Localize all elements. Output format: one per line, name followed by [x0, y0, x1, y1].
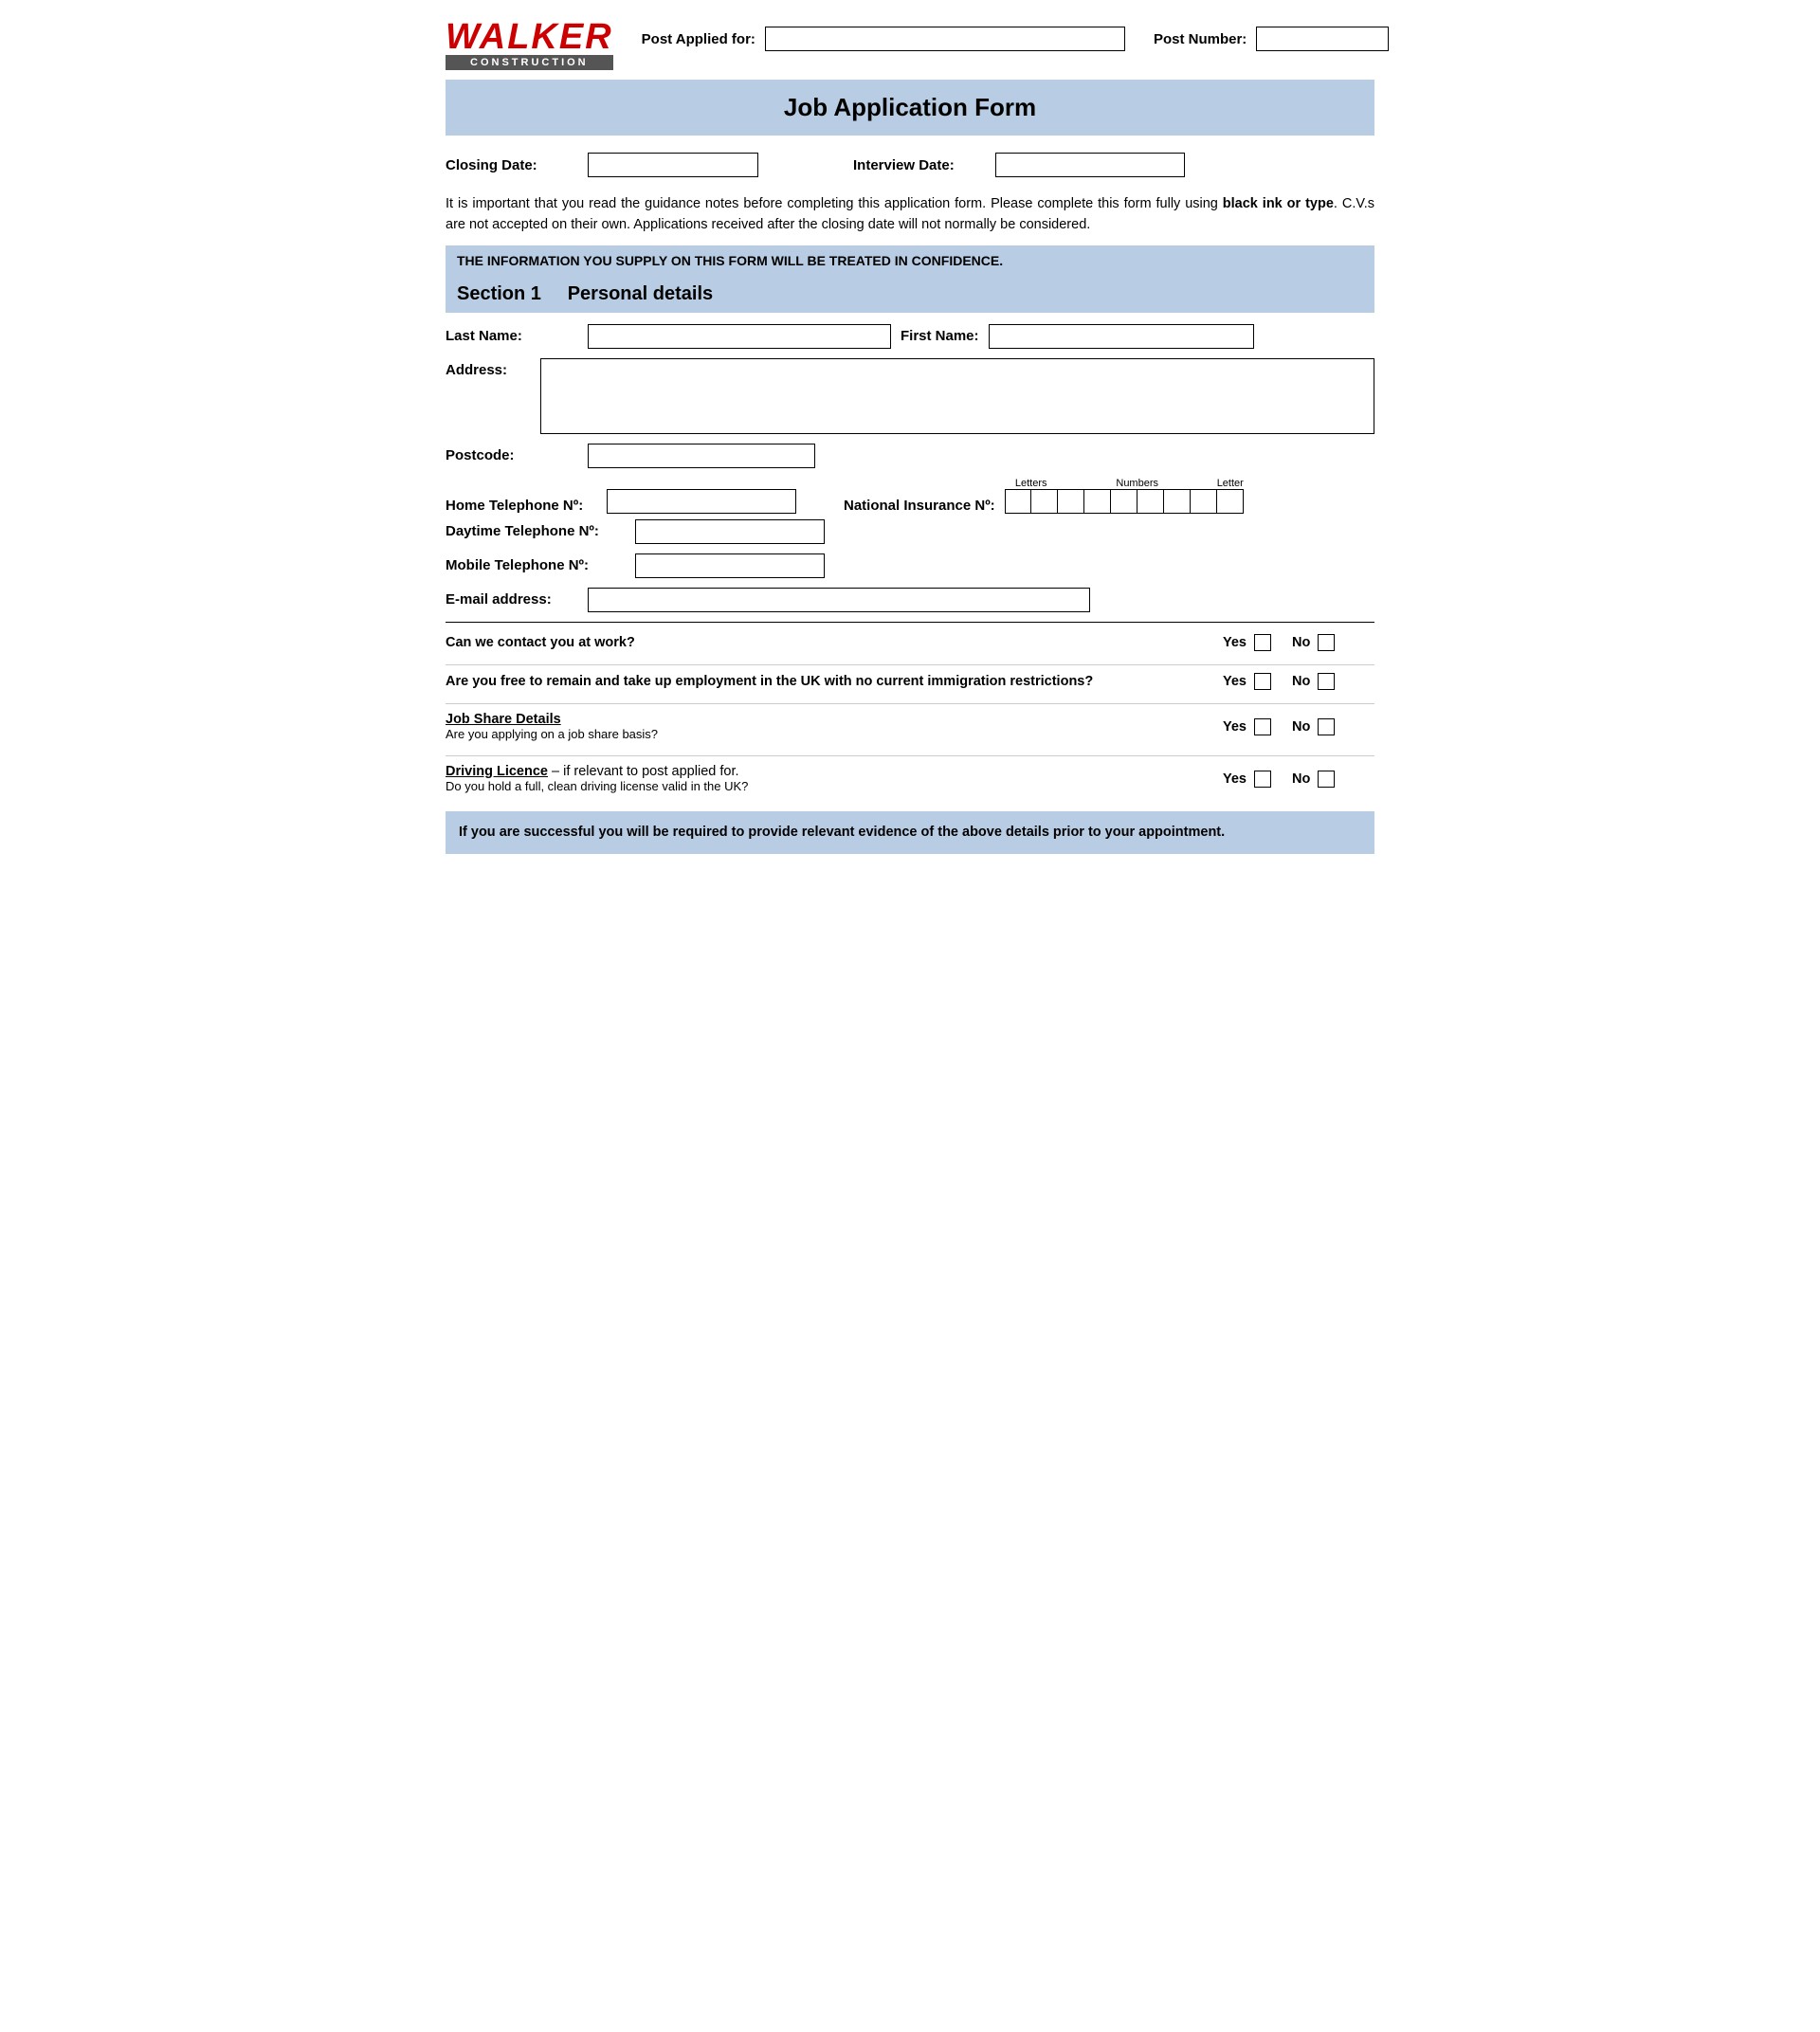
mobile-tel-input[interactable] [635, 553, 825, 578]
logo: WALKER CONSTRUCTION [446, 19, 613, 70]
driving-licence-sub-prefix: – if relevant to post applied for. [548, 764, 739, 779]
job-share-no-label: No [1292, 719, 1310, 735]
section1-header: Section 1 Personal details [446, 276, 1374, 313]
contact-work-row: Can we contact you at work? Yes No [446, 630, 1374, 655]
free-to-work-no-checkbox[interactable] [1318, 673, 1335, 690]
interview-date-input[interactable] [995, 153, 1185, 177]
logo-name: WALKER [446, 19, 613, 55]
tel-ni-row: Home Telephone Nº: National Insurance Nº… [446, 478, 1374, 514]
contact-work-yes-checkbox[interactable] [1254, 634, 1271, 651]
ni-cell-3[interactable] [1058, 489, 1084, 514]
last-name-label: Last Name: [446, 328, 578, 344]
ni-cell-2[interactable] [1031, 489, 1058, 514]
dates-row: Closing Date: Interview Date: [446, 143, 1374, 187]
last-name-input[interactable] [588, 324, 891, 349]
post-number-input[interactable] [1256, 27, 1389, 51]
ni-letter-label: Letter [1217, 478, 1244, 489]
ni-cell-6[interactable] [1138, 489, 1164, 514]
logo-subtitle: CONSTRUCTION [446, 55, 613, 70]
ni-cell-8[interactable] [1191, 489, 1217, 514]
email-row: E-mail address: [446, 588, 1374, 612]
ni-cell-9[interactable] [1217, 489, 1244, 514]
email-input[interactable] [588, 588, 1090, 612]
daytime-tel-input[interactable] [635, 519, 825, 544]
first-name-input[interactable] [989, 324, 1254, 349]
footer-text: If you are successful you will be requir… [459, 825, 1225, 840]
driving-licence-yes-checkbox[interactable] [1254, 771, 1271, 788]
email-label: E-mail address: [446, 591, 578, 608]
post-applied-input[interactable] [765, 27, 1125, 51]
closing-date-label: Closing Date: [446, 157, 578, 173]
driving-licence-yn: Yes No [1223, 771, 1374, 788]
name-row: Last Name: First Name: [446, 324, 1374, 349]
ni-label: National Insurance Nº: [844, 498, 995, 514]
free-to-work-row: Are you free to remain and take up emplo… [446, 664, 1374, 694]
address-row: Address: [446, 358, 1374, 434]
home-tel-input[interactable] [607, 489, 796, 514]
job-share-yn: Yes No [1223, 718, 1374, 735]
postcode-label: Postcode: [446, 447, 578, 463]
ni-cell-4[interactable] [1084, 489, 1111, 514]
job-share-sub: Are you applying on a job share basis? [446, 727, 658, 741]
ni-numbers-label: Numbers [1058, 478, 1217, 489]
free-to-work-yes-checkbox[interactable] [1254, 673, 1271, 690]
title-banner: Job Application Form [446, 80, 1374, 136]
job-share-yes-checkbox[interactable] [1254, 718, 1271, 735]
job-share-yes-label: Yes [1223, 719, 1247, 735]
mobile-tel-label: Mobile Telephone Nº: [446, 557, 626, 573]
job-share-heading: Job Share Details [446, 712, 561, 727]
address-label: Address: [446, 358, 531, 378]
free-to-work-text: Are you free to remain and take up emplo… [446, 674, 1223, 689]
home-tel-label: Home Telephone Nº: [446, 498, 597, 514]
driving-licence-yes-label: Yes [1223, 771, 1247, 787]
job-share-no-checkbox[interactable] [1318, 718, 1335, 735]
mobile-tel-row: Mobile Telephone Nº: [446, 553, 1374, 578]
postcode-row: Postcode: [446, 444, 1374, 468]
ni-cell-1[interactable] [1005, 489, 1031, 514]
divider-1 [446, 622, 1374, 623]
ni-cells [1005, 489, 1244, 514]
ni-wrapper: Letters Numbers Letter [1005, 478, 1244, 514]
closing-date-input[interactable] [588, 153, 758, 177]
post-number-label: Post Number: [1154, 31, 1247, 47]
free-to-work-yn: Yes No [1223, 673, 1374, 690]
intro-text: It is important that you read the guidan… [446, 194, 1374, 236]
contact-work-yes-label: Yes [1223, 635, 1247, 650]
contact-work-yn: Yes No [1223, 634, 1374, 651]
driving-licence-text: Driving Licence – if relevant to post ap… [446, 764, 1223, 794]
daytime-tel-label: Daytime Telephone Nº: [446, 523, 626, 539]
ni-letters-label: Letters [1005, 478, 1058, 489]
driving-licence-heading: Driving Licence [446, 764, 548, 779]
job-share-text: Job Share Details Are you applying on a … [446, 712, 1223, 742]
driving-licence-row: Driving Licence – if relevant to post ap… [446, 755, 1374, 798]
driving-licence-no-checkbox[interactable] [1318, 771, 1335, 788]
first-name-label: First Name: [901, 328, 979, 344]
confidence-notice: THE INFORMATION YOU SUPPLY ON THIS FORM … [446, 245, 1374, 276]
footer-banner: If you are successful you will be requir… [446, 811, 1374, 855]
contact-work-no-checkbox[interactable] [1318, 634, 1335, 651]
driving-licence-no-label: No [1292, 771, 1310, 787]
free-to-work-no-label: No [1292, 674, 1310, 689]
post-applied-label: Post Applied for: [642, 31, 755, 47]
job-share-row: Job Share Details Are you applying on a … [446, 703, 1374, 746]
free-to-work-yes-label: Yes [1223, 674, 1247, 689]
contact-work-text: Can we contact you at work? [446, 635, 1223, 650]
driving-licence-sub2: Do you hold a full, clean driving licens… [446, 779, 748, 793]
ni-cell-5[interactable] [1111, 489, 1138, 514]
postcode-input[interactable] [588, 444, 815, 468]
address-input[interactable] [540, 358, 1374, 434]
ni-cell-7[interactable] [1164, 489, 1191, 514]
daytime-tel-row: Daytime Telephone Nº: [446, 519, 1374, 544]
interview-date-label: Interview Date: [853, 157, 986, 173]
contact-work-no-label: No [1292, 635, 1310, 650]
ni-top-labels: Letters Numbers Letter [1005, 478, 1244, 489]
form-title: Job Application Form [455, 93, 1365, 122]
